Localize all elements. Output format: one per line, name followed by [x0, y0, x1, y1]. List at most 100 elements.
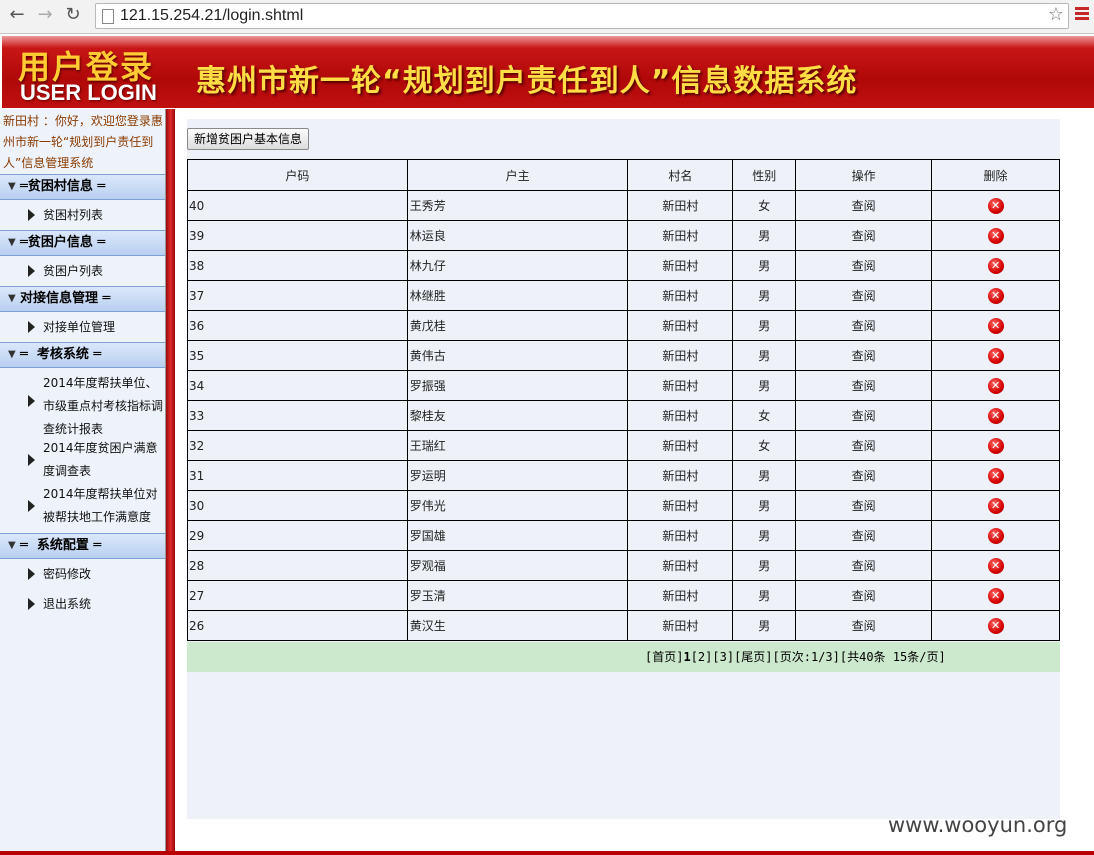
triangle-right-icon: [28, 321, 35, 333]
table-header-row: 户码 户主 村名 性别 操作 删除: [187, 159, 1060, 191]
cell-delete: ✕: [931, 520, 1060, 551]
caret-down-icon: ▼: [8, 349, 16, 360]
cell-delete: ✕: [931, 460, 1060, 491]
main-content: 新增贫困户基本信息 户码 户主 村名 性别 操作 删除 40 王秀芳 新田村女查阅 ✕…: [187, 119, 1060, 819]
household-table: 户码 户主 村名 性别 操作 删除 40 王秀芳 新田村女查阅 ✕ 39 林运良 新田村男查…: [187, 159, 1060, 641]
cell-village: 新田村: [627, 310, 734, 341]
cell-village: 新田村: [627, 550, 734, 581]
bookmark-star-icon[interactable]: ☆: [1048, 4, 1064, 25]
view-link[interactable]: 查阅: [795, 610, 933, 641]
last-page-link[interactable]: [尾页]: [734, 650, 772, 664]
view-link[interactable]: 查阅: [795, 580, 933, 611]
reload-icon[interactable]: ↻: [62, 4, 84, 26]
section-poor-village[interactable]: ▼ ═贫困村信息 ═: [0, 174, 165, 200]
address-bar[interactable]: 121.15.254.21/login.shtml ☆: [95, 3, 1069, 29]
delete-x-icon[interactable]: ✕: [987, 227, 1004, 244]
view-link[interactable]: 查阅: [795, 310, 933, 341]
cell-delete: ✕: [931, 430, 1060, 461]
cell-code: 39: [187, 220, 408, 251]
current-page: 1: [683, 650, 691, 664]
view-link[interactable]: 查阅: [795, 430, 933, 461]
nav-docking-unit-management[interactable]: 对接单位管理: [0, 312, 165, 342]
delete-x-icon[interactable]: ✕: [987, 527, 1004, 544]
cell-code: 30: [187, 490, 408, 521]
delete-x-icon[interactable]: ✕: [987, 257, 1004, 274]
nav-label: 2014年度贫困户满意度调查表: [43, 441, 158, 478]
delete-x-icon[interactable]: ✕: [987, 497, 1004, 514]
nav-change-password[interactable]: 密码修改: [0, 559, 165, 589]
frame-divider[interactable]: [166, 109, 175, 855]
nav-poor-village-list[interactable]: 贫困村列表: [0, 200, 165, 230]
delete-x-icon[interactable]: ✕: [987, 197, 1004, 214]
cell-owner: 黄汉生: [406, 610, 629, 641]
nav-unit-satisfaction[interactable]: 2014年度帮扶单位对被帮扶地工作满意度: [0, 483, 165, 533]
delete-x-icon[interactable]: ✕: [987, 467, 1004, 484]
page-2-link[interactable]: [2]: [691, 650, 713, 664]
view-link[interactable]: 查阅: [795, 190, 933, 221]
cell-gender: 男: [732, 370, 797, 401]
view-link[interactable]: 查阅: [795, 340, 933, 371]
nav-logout[interactable]: 退出系统: [0, 589, 165, 619]
cell-owner: 黄戊桂: [406, 310, 629, 341]
first-page-link[interactable]: [首页]: [645, 650, 683, 664]
section-poor-household[interactable]: ▼ ═贫困户信息 ═: [0, 230, 165, 256]
add-household-button[interactable]: 新增贫困户基本信息: [187, 128, 310, 150]
cell-village: 新田村: [627, 430, 734, 461]
cell-owner: 黎桂友: [406, 400, 629, 431]
view-link[interactable]: 查阅: [795, 250, 933, 281]
page-icon: [102, 9, 114, 24]
cell-village: 新田村: [627, 580, 734, 611]
view-link[interactable]: 查阅: [795, 220, 933, 251]
section-assessment[interactable]: ▼ ═ 考核系统 ═: [0, 342, 165, 368]
delete-x-icon[interactable]: ✕: [987, 287, 1004, 304]
view-link[interactable]: 查阅: [795, 520, 933, 551]
nav-poor-household-list[interactable]: 贫困户列表: [0, 256, 165, 286]
cell-village: 新田村: [627, 520, 734, 551]
cell-delete: ✕: [931, 310, 1060, 341]
url-text[interactable]: 121.15.254.21/login.shtml: [120, 7, 303, 25]
delete-x-icon[interactable]: ✕: [987, 377, 1004, 394]
cell-owner: 罗伟光: [406, 490, 629, 521]
browser-menu-icon[interactable]: [1075, 7, 1089, 22]
table-row: 39 林运良 新田村男查阅 ✕: [187, 220, 1060, 251]
cell-owner: 罗玉清: [406, 580, 629, 611]
cell-delete: ✕: [931, 220, 1060, 251]
delete-x-icon[interactable]: ✕: [987, 587, 1004, 604]
cell-delete: ✕: [931, 280, 1060, 311]
cell-gender: 男: [732, 580, 797, 611]
view-link[interactable]: 查阅: [795, 370, 933, 401]
cell-gender: 男: [732, 280, 797, 311]
forward-icon[interactable]: →: [34, 4, 56, 26]
page-3-link[interactable]: [3]: [712, 650, 734, 664]
delete-x-icon[interactable]: ✕: [987, 317, 1004, 334]
table-row: 28 罗观福 新田村男查阅 ✕: [187, 550, 1060, 581]
delete-x-icon[interactable]: ✕: [987, 407, 1004, 424]
view-link[interactable]: 查阅: [795, 550, 933, 581]
view-link[interactable]: 查阅: [795, 460, 933, 491]
section-title: ═贫困户信息 ═: [20, 235, 106, 250]
nav-assessment-report[interactable]: 2014年度帮扶单位、市级重点村考核指标调查统计报表: [0, 368, 165, 437]
delete-x-icon[interactable]: ✕: [987, 557, 1004, 574]
back-icon[interactable]: ←: [6, 4, 28, 26]
cell-gender: 男: [732, 220, 797, 251]
delete-x-icon[interactable]: ✕: [987, 347, 1004, 364]
view-link[interactable]: 查阅: [795, 400, 933, 431]
pagination: [首页]1[2][3][尾页][页次:1/3][共40条 15条/页]: [645, 642, 946, 672]
total-info: [共40条 15条/页]: [839, 650, 946, 664]
cell-delete: ✕: [931, 610, 1060, 641]
nav-household-satisfaction[interactable]: 2014年度贫困户满意度调查表: [0, 437, 165, 483]
nav-label: 贫困户列表: [43, 264, 104, 278]
view-link[interactable]: 查阅: [795, 280, 933, 311]
table-row: 32 王瑞红 新田村女查阅 ✕: [187, 430, 1060, 461]
view-link[interactable]: 查阅: [795, 490, 933, 521]
triangle-right-icon: [28, 454, 35, 466]
cell-owner: 王瑞红: [406, 430, 629, 461]
cell-gender: 男: [732, 250, 797, 281]
section-docking-info[interactable]: ▼ 对接信息管理 ═: [0, 286, 165, 312]
delete-x-icon[interactable]: ✕: [987, 617, 1004, 634]
delete-x-icon[interactable]: ✕: [987, 437, 1004, 454]
section-system-config[interactable]: ▼ ═ 系统配置 ═: [0, 533, 165, 559]
welcome-text: 新田村 ：你好，欢迎您登录惠州市新一轮“规划到户责任到人”信息管理系统: [3, 114, 163, 170]
cell-delete: ✕: [931, 580, 1060, 611]
table-row: 27 罗玉清 新田村男查阅 ✕: [187, 580, 1060, 611]
